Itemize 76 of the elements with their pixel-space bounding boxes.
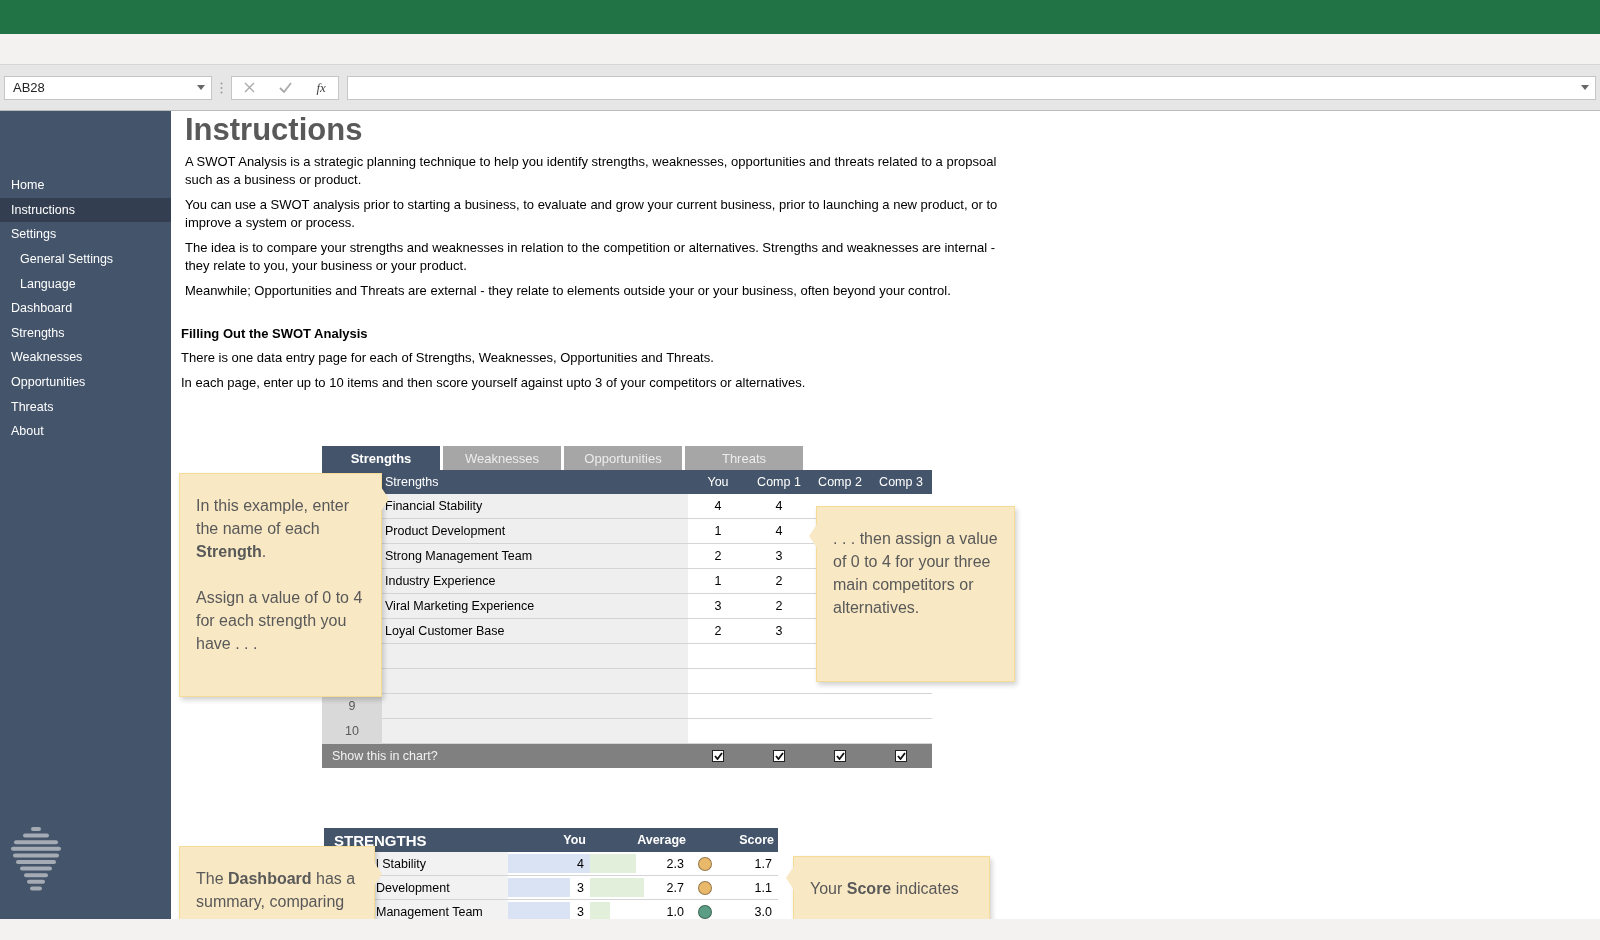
checkbox[interactable] [712, 750, 724, 762]
value-label: 1.0 [666, 904, 684, 919]
formula-field[interactable] [347, 75, 1596, 100]
paragraph: In each page, enter up to 10 items and then score yourself against upto 3 of your competitors or alternatives. [181, 374, 807, 392]
callout-text: Your Score indicates [810, 879, 960, 899]
sidebar-item[interactable]: Settings [0, 222, 171, 247]
page-title: Instructions [185, 111, 364, 149]
table-cell[interactable]: Viral Marketing Experience [382, 594, 688, 619]
sidebar-item[interactable]: Threats [0, 394, 171, 419]
close-icon[interactable] [244, 82, 256, 93]
table-cell[interactable]: 1 [688, 569, 748, 594]
callout-text: Assign a value of 0 to 4 for each strength you have . . . [196, 588, 364, 654]
table-cell[interactable]: 1 [688, 519, 748, 544]
column-header: You [562, 833, 587, 847]
table-cell[interactable]: 3 [748, 619, 810, 644]
footer-label: Show this in chart? [331, 749, 439, 763]
callout-text: . . . then assign a value of 0 to 4 for your three main competitors or alternatives. [833, 529, 999, 618]
function-button[interactable]: fx [316, 79, 326, 96]
sidebar-item[interactable]: Instructions [0, 197, 171, 223]
table-cell[interactable]: 2 [688, 619, 748, 644]
table-cell[interactable]: 2 [688, 544, 748, 569]
table-cell[interactable]: Industry Experience [382, 569, 688, 594]
table-cell[interactable]: Financial Stability [382, 494, 688, 519]
sidebar-item[interactable]: About [0, 418, 171, 444]
more-icon [220, 81, 223, 94]
table-cell[interactable]: Product Development [382, 519, 688, 544]
sidebar-item[interactable]: Home [0, 173, 171, 198]
table-cell[interactable]: 4 [748, 494, 810, 519]
sidebar-item[interactable]: Strengths [0, 320, 171, 346]
callout-text: In this example, enter the name of each Strength. [196, 496, 350, 562]
logo-icon [10, 827, 62, 891]
value-label: 3 [577, 880, 584, 895]
table-title: STRENGTHS [333, 831, 428, 849]
table-cell[interactable]: 4 [688, 494, 748, 519]
value-label: 2.3 [666, 856, 684, 871]
name-box[interactable]: AB28 [4, 75, 212, 100]
table-cell[interactable]: Loyal Customer Base [382, 619, 688, 644]
table-cell: 1.1 [720, 876, 778, 900]
caret-icon [197, 85, 205, 90]
empty-cell[interactable] [382, 644, 688, 669]
value-label: 4 [577, 856, 584, 871]
caret-icon [1581, 85, 1589, 90]
sidebar-item[interactable]: Dashboard [0, 295, 171, 321]
paragraph: You can use a SWOT analysis prior to starting a business, to evaluate and grow your current business, prior to launching a new product, or to improve a system or process. [185, 196, 999, 232]
column-header: Comp 3 [878, 475, 924, 489]
paragraph: A SWOT Analysis is a strategic planning technique to help you identify strengths, weaknesses, opportunities and threats related to a propsoal such as a business or product. [185, 153, 998, 189]
table-cell[interactable]: 3 [688, 594, 748, 619]
tab[interactable]: Strengths [322, 446, 440, 470]
table-cell[interactable]: 2 [748, 569, 810, 594]
row-number: 10 [322, 719, 382, 744]
column-header: Average [636, 833, 687, 847]
checkbox[interactable] [895, 750, 907, 762]
column-header: Strengths [384, 475, 440, 489]
column-header: Comp 2 [817, 475, 863, 489]
paragraph: The idea is to compare your strengths and weaknesses in relation to the competition or alternatives. Strengths and weaknesses are internal - they relate to you, your business or your product. [185, 239, 997, 275]
paragraph: There is one data entry page for each of Strengths, Weaknesses, Opportunities and Threats. [181, 349, 715, 367]
table-cell[interactable]: Strong Management Team [382, 544, 688, 569]
check-icon[interactable] [279, 82, 293, 93]
table-cell[interactable]: 4 [748, 519, 810, 544]
table-cell[interactable]: 3 [748, 544, 810, 569]
column-header: Comp 1 [756, 475, 802, 489]
table-cell: 1.7 [720, 852, 778, 876]
sidebar-item[interactable]: Weaknesses [0, 345, 171, 370]
checkbox[interactable] [773, 750, 785, 762]
table-cell[interactable]: 2 [748, 594, 810, 619]
sidebar-item[interactable]: General Settings [0, 246, 171, 272]
paragraph: Meanwhile; Opportunities and Threats are external - they relate to elements outside your or your business, often beyond your control. [185, 282, 952, 300]
value-label: 3 [577, 904, 584, 919]
empty-cell[interactable] [382, 669, 688, 694]
sidebar-item[interactable]: Opportunities [0, 369, 171, 395]
checkbox[interactable] [834, 750, 846, 762]
value-label: 2.7 [666, 880, 684, 895]
sidebar-item[interactable]: Language [0, 271, 171, 296]
section-heading: Filling Out the SWOT Analysis [181, 326, 369, 341]
column-header: Score [738, 833, 775, 847]
column-header: You [706, 475, 730, 489]
